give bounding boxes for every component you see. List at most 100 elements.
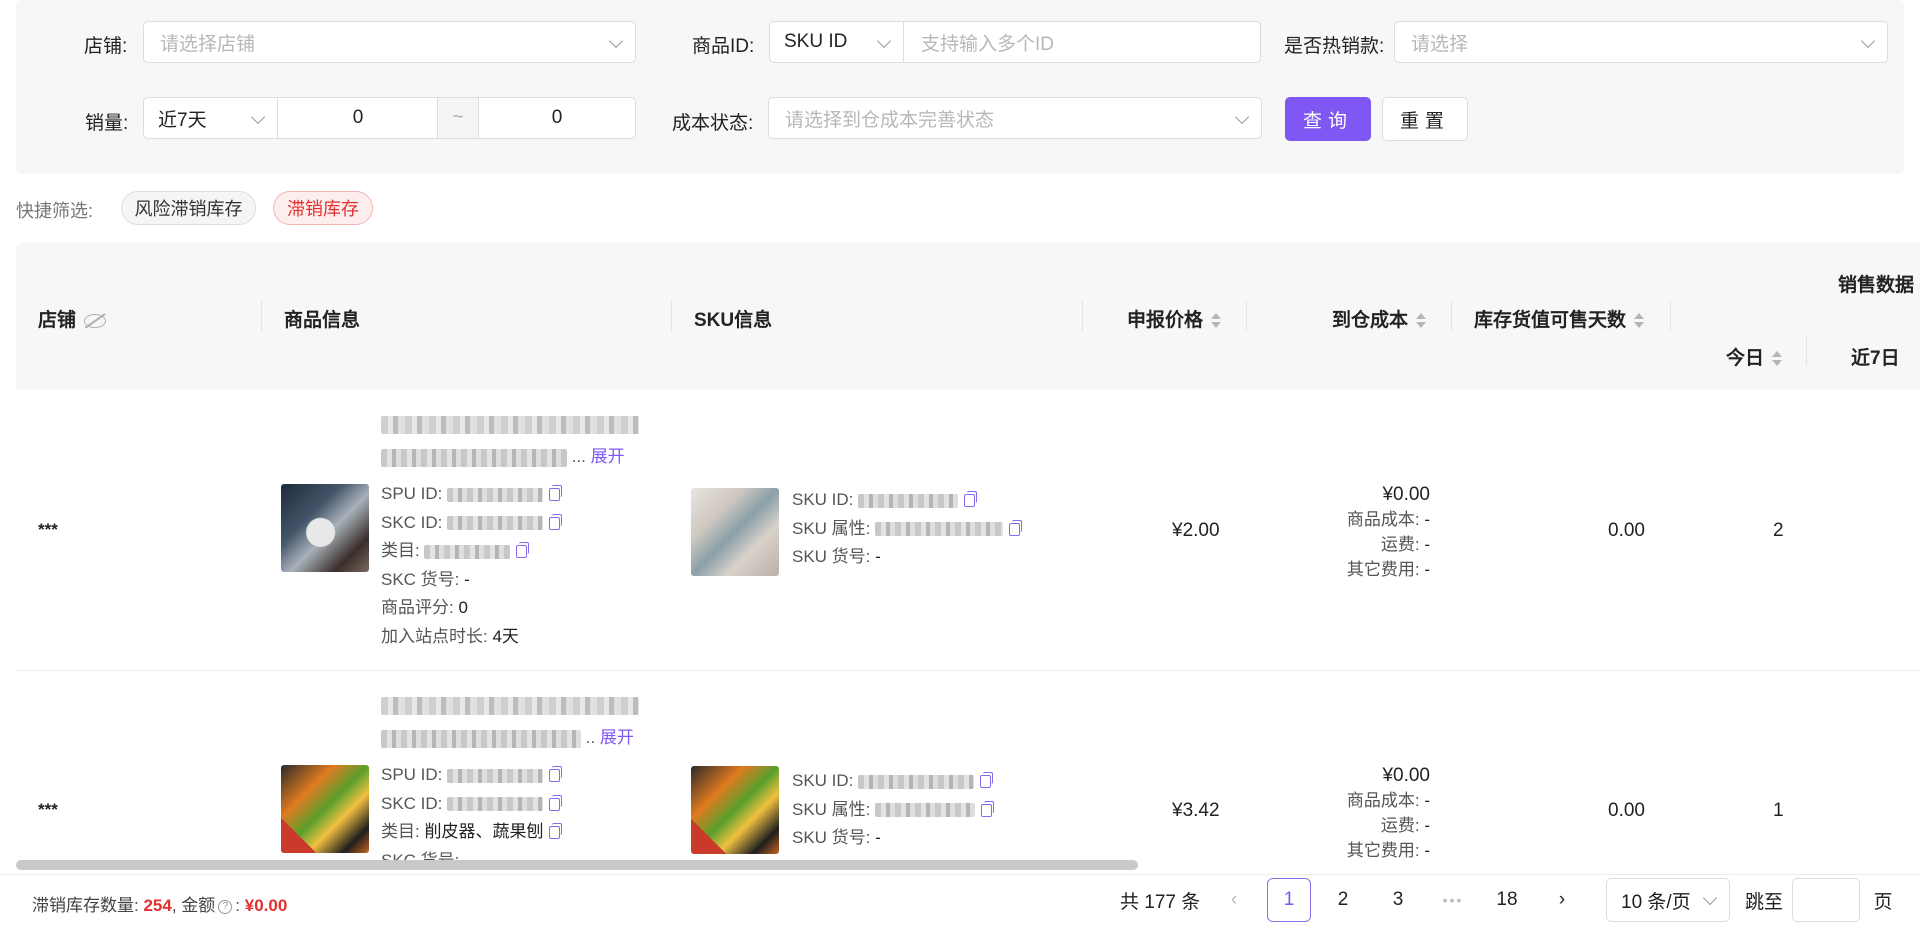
other-fee-label: 其它费用: xyxy=(1346,841,1420,860)
shop-select[interactable]: 请选择店铺 xyxy=(143,21,636,63)
product-id-input[interactable]: 支持输入多个ID xyxy=(905,22,1260,62)
page-3[interactable]: 3 xyxy=(1376,878,1420,922)
sku-no-value: - xyxy=(875,828,881,847)
skc-id-label: SKC ID: xyxy=(381,793,443,813)
page-1[interactable]: 1 xyxy=(1267,878,1311,922)
product-thumbnail[interactable] xyxy=(281,765,369,853)
horizontal-scrollbar[interactable] xyxy=(16,860,1138,870)
blurred-title-line xyxy=(381,729,581,748)
blurred-title-line xyxy=(381,416,639,434)
expand-link[interactable]: 展开 xyxy=(591,447,625,466)
sales-today: 2 xyxy=(1773,520,1784,541)
chevron-down-icon xyxy=(608,33,624,49)
sku-thumbnail[interactable] xyxy=(691,766,779,854)
blurred-title-line xyxy=(381,448,567,467)
th-cost[interactable]: 到仓成本 xyxy=(1332,305,1427,332)
freight-label: 运费: xyxy=(1380,535,1420,554)
id-type-value: SKU ID xyxy=(784,31,848,52)
sku-no-line: SKU 货号: - xyxy=(792,824,992,853)
row-shop: *** xyxy=(38,520,58,539)
sales-filter-label: 销量: xyxy=(85,113,129,134)
shop-select-placeholder: 请选择店铺 xyxy=(160,33,256,55)
page-18[interactable]: 18 xyxy=(1485,878,1529,922)
th-shop: 店铺 xyxy=(38,305,107,332)
shop-filter-label: 店铺: xyxy=(84,36,128,57)
product-title: .. 展开 xyxy=(381,697,641,748)
column-divider xyxy=(261,301,262,331)
category-label: 类目: xyxy=(381,541,420,560)
th-price[interactable]: 申报价格 xyxy=(1127,305,1222,332)
copy-icon[interactable] xyxy=(549,485,563,502)
sales-max-input[interactable]: 0 xyxy=(479,98,635,138)
cost-goods-label: 商品成本: xyxy=(1346,510,1420,529)
copy-icon[interactable] xyxy=(980,772,994,789)
copy-icon[interactable] xyxy=(981,800,995,817)
page-ellipsis[interactable]: ••• xyxy=(1431,878,1475,922)
sku-no-value: - xyxy=(875,547,881,566)
blurred-value xyxy=(875,803,976,818)
help-icon[interactable]: ? xyxy=(218,899,233,914)
sku-attr-line: SKU 属性: xyxy=(792,796,995,825)
sort-icon[interactable] xyxy=(1416,312,1427,330)
blurred-value xyxy=(858,774,975,789)
other-fee-line: 其它费用: - xyxy=(1340,838,1430,863)
column-divider xyxy=(1451,301,1452,331)
expand-link[interactable]: 展开 xyxy=(600,728,634,747)
next-page-button[interactable]: › xyxy=(1540,878,1584,922)
jump-page-input[interactable] xyxy=(1792,878,1860,922)
column-divider xyxy=(1246,301,1247,331)
copy-icon[interactable] xyxy=(549,794,563,811)
chip-slow-stock[interactable]: 滞销库存 xyxy=(273,191,373,225)
copy-icon[interactable] xyxy=(964,491,978,508)
cost-status-label: 成本状态: xyxy=(672,113,754,134)
th-today[interactable]: 今日 xyxy=(1726,343,1783,370)
cost-goods-value: - xyxy=(1424,791,1430,810)
prev-page-button[interactable]: ‹ xyxy=(1212,878,1256,922)
cost-goods-line: 商品成本: - xyxy=(1340,507,1430,532)
sales-min-input[interactable]: 0 xyxy=(279,98,437,138)
id-type-select[interactable]: SKU ID xyxy=(770,22,904,62)
reset-button[interactable]: 重置 xyxy=(1382,97,1468,141)
copy-icon[interactable] xyxy=(1009,519,1023,536)
th-cost-label: 到仓成本 xyxy=(1332,310,1409,331)
copy-icon[interactable] xyxy=(549,513,563,530)
sort-icon[interactable] xyxy=(1634,312,1645,330)
chip-risk-slow-stock[interactable]: 风险滞销库存 xyxy=(121,191,256,225)
eye-off-icon[interactable] xyxy=(84,313,107,328)
copy-icon[interactable] xyxy=(549,823,563,840)
blurred-value xyxy=(447,487,544,502)
joined-label: 加入站点时长: xyxy=(381,626,488,646)
chevron-down-icon xyxy=(876,33,892,49)
other-fee-value: - xyxy=(1424,560,1430,579)
th-days[interactable]: 库存货值可售天数 xyxy=(1474,305,1645,332)
declared-price: ¥3.42 xyxy=(1172,800,1220,821)
product-thumbnail[interactable] xyxy=(281,484,369,572)
product-id-group: SKU ID 支持输入多个ID xyxy=(769,21,1261,63)
query-button[interactable]: 查询 xyxy=(1285,97,1371,141)
other-fee-value: - xyxy=(1424,841,1430,860)
page-2[interactable]: 2 xyxy=(1321,878,1365,922)
cost-total: ¥0.00 xyxy=(1382,765,1430,786)
sku-thumbnail[interactable] xyxy=(691,488,779,576)
rating-line: 商品评分: 0 xyxy=(381,594,560,623)
spu-id-label: SPU ID: xyxy=(381,765,443,784)
column-divider xyxy=(1670,301,1671,331)
category-label: 类目: xyxy=(381,822,420,841)
sort-icon[interactable] xyxy=(1772,350,1783,368)
joined-line: 加入站点时长: 4天 xyxy=(381,623,560,652)
ellipsis: .. xyxy=(585,728,596,747)
sku-id-line: SKU ID: xyxy=(792,767,994,796)
column-divider xyxy=(1082,301,1083,331)
chevron-down-icon xyxy=(1234,109,1250,125)
copy-icon[interactable] xyxy=(549,766,563,783)
chevron-down-icon xyxy=(250,109,266,125)
copy-icon[interactable] xyxy=(516,542,530,559)
page-size-select[interactable]: 10 条/页 xyxy=(1606,878,1730,922)
spu-id-label: SPU ID: xyxy=(381,484,443,503)
sort-icon[interactable] xyxy=(1211,312,1222,330)
cost-status-select[interactable]: 请选择到仓成本完善状态 xyxy=(768,97,1262,139)
skc-id-label: SKC ID: xyxy=(381,512,443,532)
cost-total: ¥0.00 xyxy=(1382,484,1430,505)
sales-period-select[interactable]: 近7天 xyxy=(144,98,278,138)
hot-select[interactable]: 请选择 xyxy=(1394,21,1888,63)
